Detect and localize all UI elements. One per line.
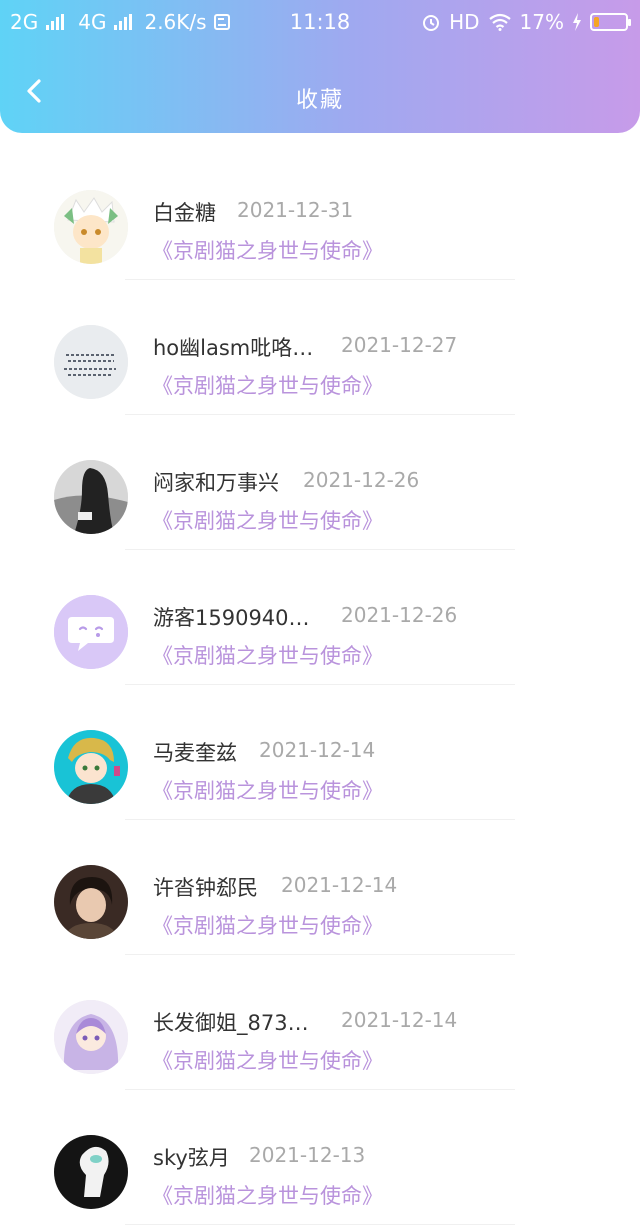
alarm-icon	[423, 15, 440, 31]
list-item[interactable]: 白金糖 2021-12-31 《京剧猫之身世与使命》	[0, 145, 640, 280]
avatar[interactable]	[54, 1135, 128, 1209]
list-item[interactable]: ho幽lasm吡咯… 2021-12-27 《京剧猫之身世与使命》	[0, 280, 640, 415]
battery-icon	[590, 13, 631, 31]
favorite-date: 2021-12-27	[341, 333, 458, 357]
status-right: HD 17%	[421, 10, 631, 34]
avatar[interactable]	[54, 325, 128, 399]
wifi-icon	[488, 13, 511, 31]
work-title[interactable]: 《京剧猫之身世与使命》	[152, 1045, 383, 1075]
chat-bubble-icon	[54, 595, 128, 669]
status-bar: 2G 4G 2.6K/s 11:18 HD 17%	[0, 0, 640, 44]
work-title[interactable]: 《京剧猫之身世与使命》	[152, 775, 383, 805]
work-title[interactable]: 《京剧猫之身世与使命》	[152, 1180, 383, 1210]
user-name: 白金糖	[153, 201, 216, 225]
battery-level	[594, 17, 599, 27]
favorite-date: 2021-12-14	[341, 1008, 458, 1032]
battery-percent: 17%	[519, 10, 564, 34]
top-header: 2G 4G 2.6K/s 11:18 HD 17% 收藏	[0, 0, 640, 133]
favorites-list: 白金糖 2021-12-31 《京剧猫之身世与使命》 ho幽lasm吡咯… 20…	[0, 145, 640, 1225]
avatar[interactable]	[54, 595, 128, 669]
page-title: 收藏	[295, 88, 344, 113]
list-item[interactable]: 长发御姐_873… 2021-12-14 《京剧猫之身世与使命》	[0, 955, 640, 1090]
favorite-date: 2021-12-26	[341, 603, 458, 627]
list-item[interactable]: 马麦奎兹 2021-12-14 《京剧猫之身世与使命》	[0, 685, 640, 820]
user-name: 许沓钟郄民	[153, 876, 258, 900]
user-name: 闷家和万事兴	[153, 471, 279, 495]
avatar[interactable]	[54, 460, 128, 534]
list-item[interactable]: 闷家和万事兴 2021-12-26 《京剧猫之身世与使命》	[0, 415, 640, 550]
favorite-date: 2021-12-14	[259, 738, 376, 762]
work-title[interactable]: 《京剧猫之身世与使命》	[152, 640, 383, 670]
user-name: 长发御姐_873…	[153, 1011, 309, 1035]
user-name: ho幽lasm吡咯…	[153, 336, 314, 360]
avatar[interactable]	[54, 1000, 128, 1074]
favorite-date: 2021-12-31	[237, 198, 354, 222]
user-name: 游客1590940…	[153, 606, 310, 630]
charging-icon	[573, 13, 581, 31]
avatar[interactable]	[54, 865, 128, 939]
avatar[interactable]	[54, 190, 128, 264]
favorite-date: 2021-12-13	[249, 1143, 366, 1167]
work-title[interactable]: 《京剧猫之身世与使命》	[152, 235, 383, 265]
user-name: sky弦月	[153, 1146, 230, 1170]
list-item[interactable]: 游客1590940… 2021-12-26 《京剧猫之身世与使命》	[0, 550, 640, 685]
favorite-date: 2021-12-14	[281, 873, 398, 897]
work-title[interactable]: 《京剧猫之身世与使命》	[152, 505, 383, 535]
work-title[interactable]: 《京剧猫之身世与使命》	[152, 370, 383, 400]
hd-label: HD	[449, 10, 480, 34]
work-title[interactable]: 《京剧猫之身世与使命》	[152, 910, 383, 940]
favorite-date: 2021-12-26	[303, 468, 420, 492]
user-name: 马麦奎兹	[153, 741, 237, 765]
avatar[interactable]	[54, 730, 128, 804]
nav-bar: 收藏	[0, 60, 640, 132]
list-item[interactable]: 许沓钟郄民 2021-12-14 《京剧猫之身世与使命》	[0, 820, 640, 955]
